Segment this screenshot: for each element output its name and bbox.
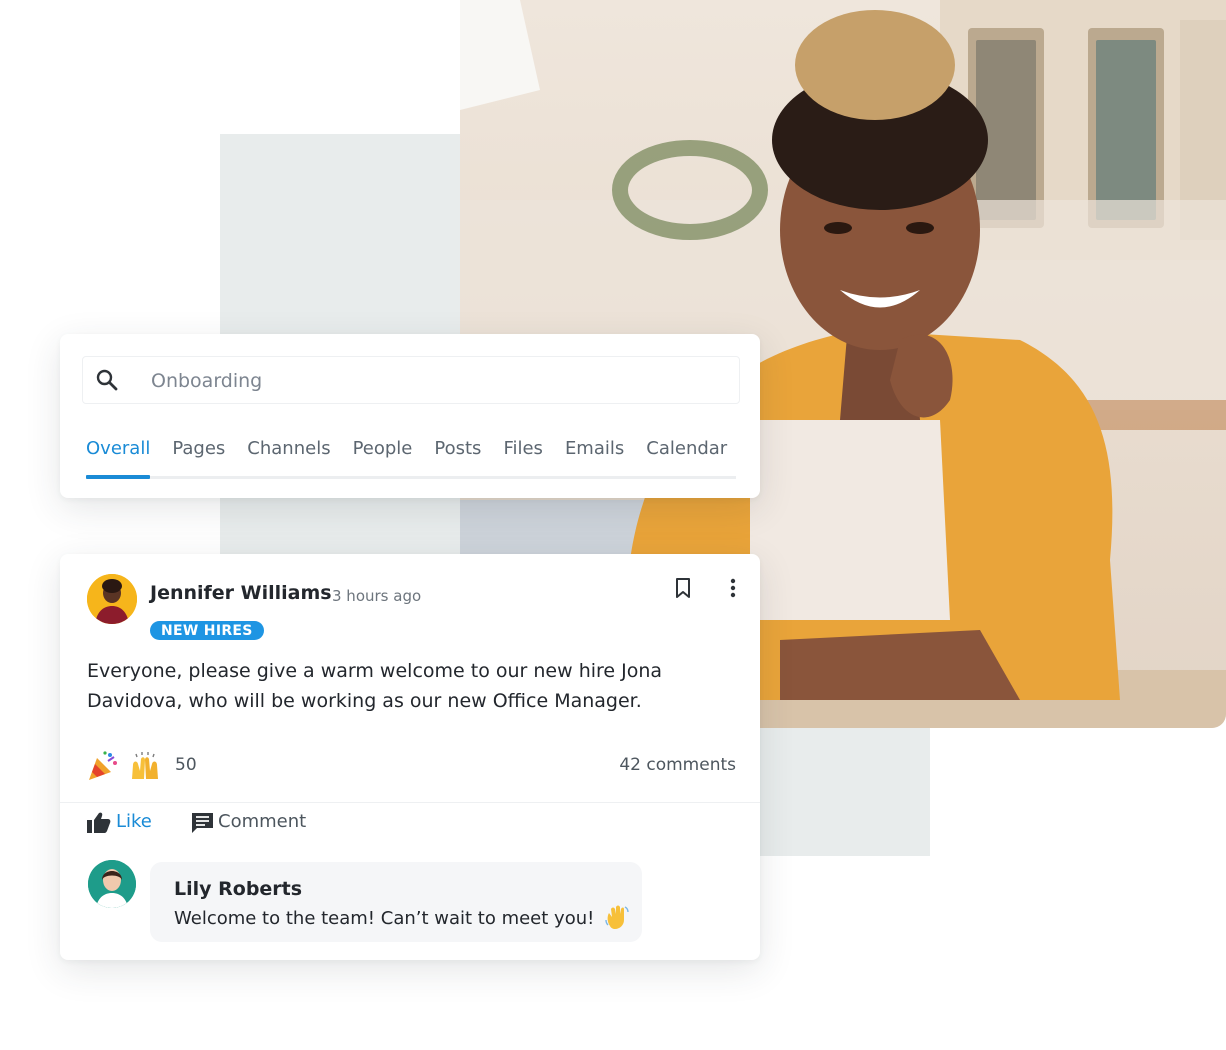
tab-overall[interactable]: Overall: [86, 438, 151, 479]
party-popper-icon[interactable]: [86, 749, 120, 783]
tab-channels[interactable]: Channels: [247, 438, 330, 476]
comment-text: Welcome to the team! Can’t wait to meet …: [174, 904, 630, 930]
channel-badge[interactable]: NEW HIRES: [150, 621, 264, 640]
tab-posts[interactable]: Posts: [434, 438, 481, 476]
like-label: Like: [116, 811, 152, 832]
waving-hand-icon: [605, 905, 629, 929]
author-avatar[interactable]: [87, 574, 137, 624]
reactions-row: 50 42 comments: [86, 747, 736, 787]
post-timestamp: 3 hours ago: [332, 587, 422, 605]
search-panel: Overall Pages Channels People Posts File…: [60, 334, 760, 498]
tab-calendar[interactable]: Calendar: [646, 438, 727, 476]
commenter-avatar[interactable]: [88, 860, 136, 908]
comments-count[interactable]: 42 comments: [619, 755, 736, 775]
post-body: Everyone, please give a warm welcome to …: [87, 660, 663, 712]
tab-files[interactable]: Files: [503, 438, 543, 476]
thumbs-up-icon: [87, 812, 111, 833]
tab-emails[interactable]: Emails: [565, 438, 624, 476]
tab-people[interactable]: People: [353, 438, 413, 476]
post-author[interactable]: Jennifer Williams: [150, 582, 332, 604]
background-block: [760, 728, 930, 856]
search-input[interactable]: [149, 365, 713, 397]
bookmark-icon[interactable]: [672, 576, 694, 600]
reaction-count[interactable]: 50: [175, 755, 197, 775]
search-icon[interactable]: [95, 368, 119, 392]
divider: [60, 802, 760, 803]
comment-icon: [192, 813, 213, 833]
comment-text-content: Welcome to the team! Can’t wait to meet …: [174, 908, 595, 929]
more-options-icon[interactable]: [722, 576, 744, 600]
post-card: Jennifer Williams 3 hours ago NEW HIRES …: [60, 554, 760, 960]
search-box[interactable]: [82, 356, 740, 404]
raising-hands-icon[interactable]: [128, 749, 162, 783]
comment-bubble: Lily Roberts Welcome to the team! Can’t …: [150, 862, 642, 942]
comment-author[interactable]: Lily Roberts: [174, 878, 302, 900]
tab-pages[interactable]: Pages: [172, 438, 225, 476]
comment-label: Comment: [218, 811, 307, 832]
search-tabs: Overall Pages Channels People Posts File…: [86, 438, 736, 479]
